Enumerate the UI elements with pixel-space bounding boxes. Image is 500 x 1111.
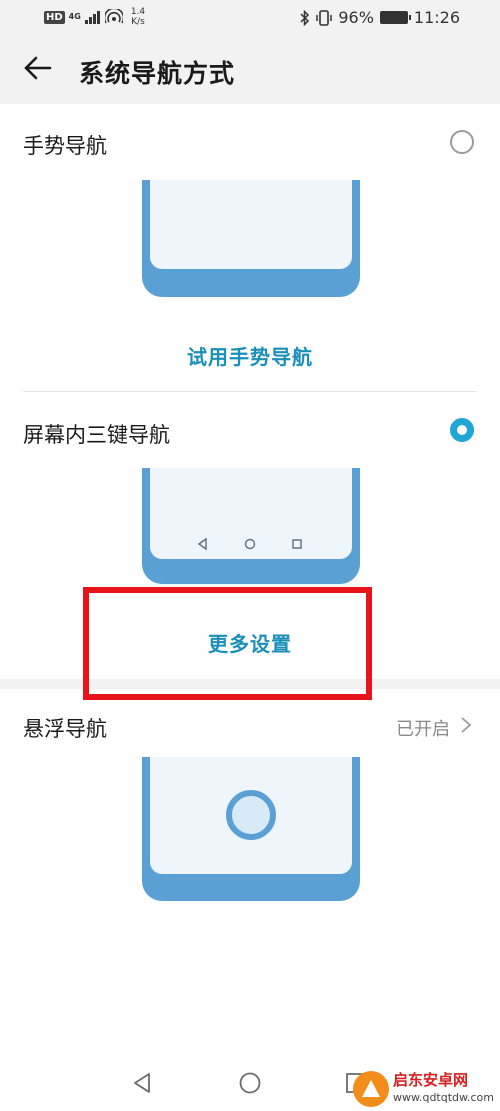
chevron-right-icon[interactable] (458, 715, 474, 735)
radio-gesture[interactable] (450, 130, 474, 154)
divider (23, 391, 477, 392)
watermark-url: www.qdtqtdw.com (392, 1091, 494, 1104)
system-nav-bar: 启东安卓网 www.qdtqtdw.com (0, 1055, 500, 1111)
nav-back-icon[interactable] (128, 1069, 156, 1097)
preview-recent-icon (292, 539, 302, 549)
try-gesture-link[interactable]: 试用手势导航 (0, 341, 500, 370)
option-gesture-label: 手势导航 (23, 134, 107, 158)
status-left: HD 4G 1.4 K/s (44, 7, 145, 27)
watermark-logo-icon (352, 1071, 389, 1107)
battery-percent: 96% (338, 8, 374, 27)
three-key-preview (142, 468, 360, 584)
nav-home-icon[interactable] (236, 1069, 264, 1097)
speed-value: 1.4 (130, 7, 146, 17)
status-bar: HD 4G 1.4 K/s 96% 11:26 (0, 0, 500, 36)
app-bar: 系统导航方式 (0, 36, 500, 104)
floating-status: 已开启 (396, 719, 450, 740)
battery-icon (379, 11, 411, 24)
bluetooth-icon (300, 9, 310, 26)
option-three-key-label: 屏幕内三键导航 (23, 423, 170, 447)
back-arrow-icon[interactable] (20, 50, 56, 86)
network-speed: 1.4 K/s (131, 7, 145, 27)
option-floating-label[interactable]: 悬浮导航 (23, 713, 107, 743)
gesture-preview (142, 180, 360, 297)
highlight-annotation (83, 587, 372, 700)
watermark-text: 启东安卓网 www.qdtqtdw.com (393, 1072, 494, 1106)
hotspot-icon (104, 9, 123, 24)
floating-preview (142, 757, 360, 901)
status-right: 96% 11:26 (300, 8, 460, 27)
preview-back-icon (197, 537, 207, 551)
network-indicator: 4G (68, 12, 81, 21)
preview-nav-keys (197, 537, 302, 551)
watermark-name: 启东安卓网 (392, 1071, 468, 1089)
clock: 11:26 (413, 8, 460, 27)
speed-unit: K/s (131, 17, 145, 27)
floating-dock-icon (226, 790, 276, 840)
preview-home-icon (244, 538, 256, 550)
radio-three-key[interactable] (450, 418, 474, 442)
watermark: 启东安卓网 www.qdtqtdw.com (352, 1071, 494, 1107)
hd-indicator: HD (44, 10, 65, 24)
signal-icon (84, 11, 100, 24)
vibrate-icon (316, 9, 333, 26)
page-title: 系统导航方式 (79, 59, 236, 88)
